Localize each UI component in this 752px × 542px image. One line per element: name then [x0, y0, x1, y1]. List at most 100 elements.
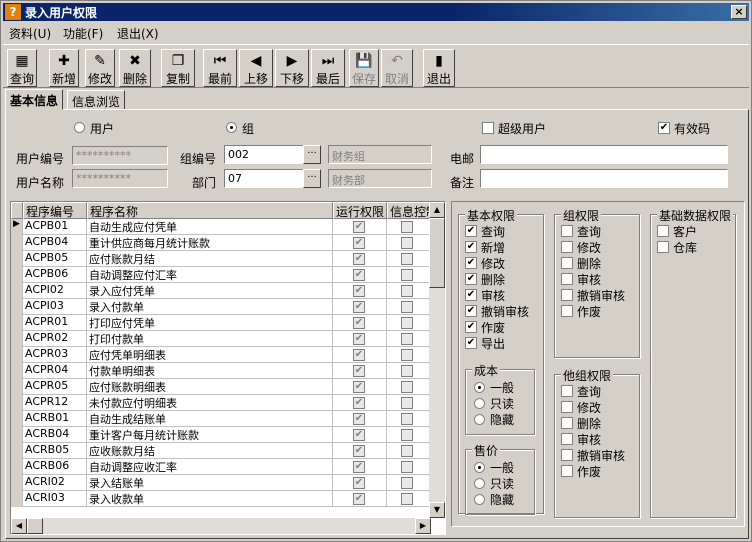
menu-data[interactable]: 资料(U) — [9, 25, 51, 42]
scroll-up-icon[interactable]: ▲ — [429, 202, 445, 218]
hscroll-thumb[interactable] — [27, 518, 43, 534]
table-row[interactable]: ACRB06 自动调整应收汇率 ✔ — [11, 459, 431, 475]
super-user-checkbox[interactable] — [482, 122, 494, 134]
cell-name[interactable]: 录入付款单 — [87, 299, 333, 315]
user-name-field[interactable]: ********** — [72, 169, 168, 188]
basic-perm-checkbox-6[interactable]: ✔ — [465, 321, 477, 333]
run-permission-checkbox[interactable]: ✔ — [353, 269, 365, 281]
run-permission-checkbox[interactable]: ✔ — [353, 349, 365, 361]
add-button[interactable]: ✚ 新增 — [49, 49, 79, 87]
group-perm-checkbox-1[interactable] — [561, 241, 573, 253]
info-control-checkbox[interactable] — [401, 397, 413, 409]
table-row[interactable]: ACPI02 录入应付凭单 ✔ — [11, 283, 431, 299]
basic-perm-checkbox-2[interactable]: ✔ — [465, 257, 477, 269]
info-control-checkbox[interactable] — [401, 461, 413, 473]
info-control-checkbox[interactable] — [401, 301, 413, 313]
table-row[interactable]: ACRB05 应收账款月结 ✔ — [11, 443, 431, 459]
cancel-button[interactable]: ↶ 取消 — [381, 49, 413, 87]
run-permission-checkbox[interactable]: ✔ — [353, 237, 365, 249]
info-control-checkbox[interactable] — [401, 285, 413, 297]
close-button[interactable]: × — [731, 5, 747, 19]
copy-button[interactable]: ❐ 复制 — [161, 49, 195, 87]
cell-code[interactable]: ACRI02 — [23, 475, 87, 491]
cell-name[interactable]: 应付账款明细表 — [87, 379, 333, 395]
cell-code[interactable]: ACPR03 — [23, 347, 87, 363]
cell-code[interactable]: ACPB06 — [23, 267, 87, 283]
basic-perm-checkbox-0[interactable]: ✔ — [465, 225, 477, 237]
table-row[interactable]: ACPI03 录入付款单 ✔ — [11, 299, 431, 315]
cost-radio-0[interactable] — [474, 382, 485, 393]
cell-code[interactable]: ACPR01 — [23, 315, 87, 331]
run-permission-checkbox[interactable]: ✔ — [353, 301, 365, 313]
delete-button[interactable]: ✖ 删除 — [119, 49, 151, 87]
info-control-checkbox[interactable] — [401, 269, 413, 281]
other-perm-checkbox-3[interactable] — [561, 433, 573, 445]
first-button[interactable]: ⏮ 最前 — [203, 49, 237, 87]
run-permission-checkbox[interactable]: ✔ — [353, 381, 365, 393]
run-permission-checkbox[interactable]: ✔ — [353, 221, 365, 233]
cell-name[interactable]: 自动生成结账单 — [87, 411, 333, 427]
cell-code[interactable]: ACPB01 — [23, 219, 87, 235]
table-row[interactable]: ACPR12 未付款应付明细表 ✔ — [11, 395, 431, 411]
run-permission-checkbox[interactable]: ✔ — [353, 333, 365, 345]
tab-info-browse[interactable]: 信息浏览 — [67, 90, 126, 110]
save-button[interactable]: 💾 保存 — [349, 49, 379, 87]
basic-perm-checkbox-7[interactable]: ✔ — [465, 337, 477, 349]
run-permission-checkbox[interactable]: ✔ — [353, 397, 365, 409]
cell-name[interactable]: 录入结账单 — [87, 475, 333, 491]
email-field[interactable] — [480, 145, 728, 164]
info-control-checkbox[interactable] — [401, 221, 413, 233]
scroll-thumb[interactable] — [429, 218, 445, 288]
table-row[interactable]: ACPR01 打印应付凭单 ✔ — [11, 315, 431, 331]
group-perm-checkbox-5[interactable] — [561, 305, 573, 317]
info-control-checkbox[interactable] — [401, 493, 413, 505]
cell-name[interactable]: 自动调整应付汇率 — [87, 267, 333, 283]
cell-name[interactable]: 重计供应商每月统计账款 — [87, 235, 333, 251]
info-control-checkbox[interactable] — [401, 237, 413, 249]
run-permission-checkbox[interactable]: ✔ — [353, 365, 365, 377]
col-header-run[interactable]: 运行权限 — [333, 202, 387, 219]
group-perm-checkbox-3[interactable] — [561, 273, 573, 285]
group-perm-checkbox-2[interactable] — [561, 257, 573, 269]
scroll-down-icon[interactable]: ▼ — [429, 502, 445, 518]
cell-code[interactable]: ACPI02 — [23, 283, 87, 299]
run-permission-checkbox[interactable]: ✔ — [353, 285, 365, 297]
table-row[interactable]: ACRB01 自动生成结账单 ✔ — [11, 411, 431, 427]
basic-perm-checkbox-1[interactable]: ✔ — [465, 241, 477, 253]
info-control-checkbox[interactable] — [401, 349, 413, 361]
table-row[interactable]: ACPB05 应付账款月结 ✔ — [11, 251, 431, 267]
radio-group[interactable] — [226, 122, 237, 133]
cell-code[interactable]: ACPI03 — [23, 299, 87, 315]
cell-code[interactable]: ACPB04 — [23, 235, 87, 251]
table-row[interactable]: ACRB04 重计客户每月统计账款 ✔ — [11, 427, 431, 443]
info-control-checkbox[interactable] — [401, 365, 413, 377]
run-permission-checkbox[interactable]: ✔ — [353, 317, 365, 329]
table-row[interactable]: ACPR02 打印付款单 ✔ — [11, 331, 431, 347]
cell-code[interactable]: ACRB04 — [23, 427, 87, 443]
run-permission-checkbox[interactable]: ✔ — [353, 253, 365, 265]
table-row[interactable]: ACPR03 应付凭单明细表 ✔ — [11, 347, 431, 363]
valid-code-checkbox[interactable]: ✔ — [658, 122, 670, 134]
menu-exit[interactable]: 退出(X) — [117, 25, 159, 42]
cell-code[interactable]: ACPR02 — [23, 331, 87, 347]
run-permission-checkbox[interactable]: ✔ — [353, 429, 365, 441]
cell-name[interactable]: 应收账款月结 — [87, 443, 333, 459]
dept-field[interactable]: 07 — [224, 169, 304, 188]
table-row[interactable]: ACPB04 重计供应商每月统计账款 ✔ — [11, 235, 431, 251]
table-row[interactable]: ACPB06 自动调整应付汇率 ✔ — [11, 267, 431, 283]
note-field[interactable] — [480, 169, 728, 188]
group-lookup-button[interactable]: ··· — [303, 145, 321, 164]
cell-name[interactable]: 自动调整应收汇率 — [87, 459, 333, 475]
scroll-right-icon[interactable]: ▶ — [415, 518, 431, 534]
cell-code[interactable]: ACPB05 — [23, 251, 87, 267]
user-id-field[interactable]: ********** — [72, 146, 168, 165]
menu-function[interactable]: 功能(F) — [63, 25, 103, 42]
basic-perm-checkbox-4[interactable]: ✔ — [465, 289, 477, 301]
cell-name[interactable]: 自动生成应付凭单 — [87, 219, 333, 235]
grid-horizontal-scrollbar[interactable]: ◀ ▶ — [11, 518, 431, 534]
last-button[interactable]: ⏭ 最后 — [311, 49, 345, 87]
cell-code[interactable]: ACRI03 — [23, 491, 87, 507]
cost-radio-1[interactable] — [474, 398, 485, 409]
info-control-checkbox[interactable] — [401, 445, 413, 457]
scroll-left-icon[interactable]: ◀ — [11, 518, 27, 534]
